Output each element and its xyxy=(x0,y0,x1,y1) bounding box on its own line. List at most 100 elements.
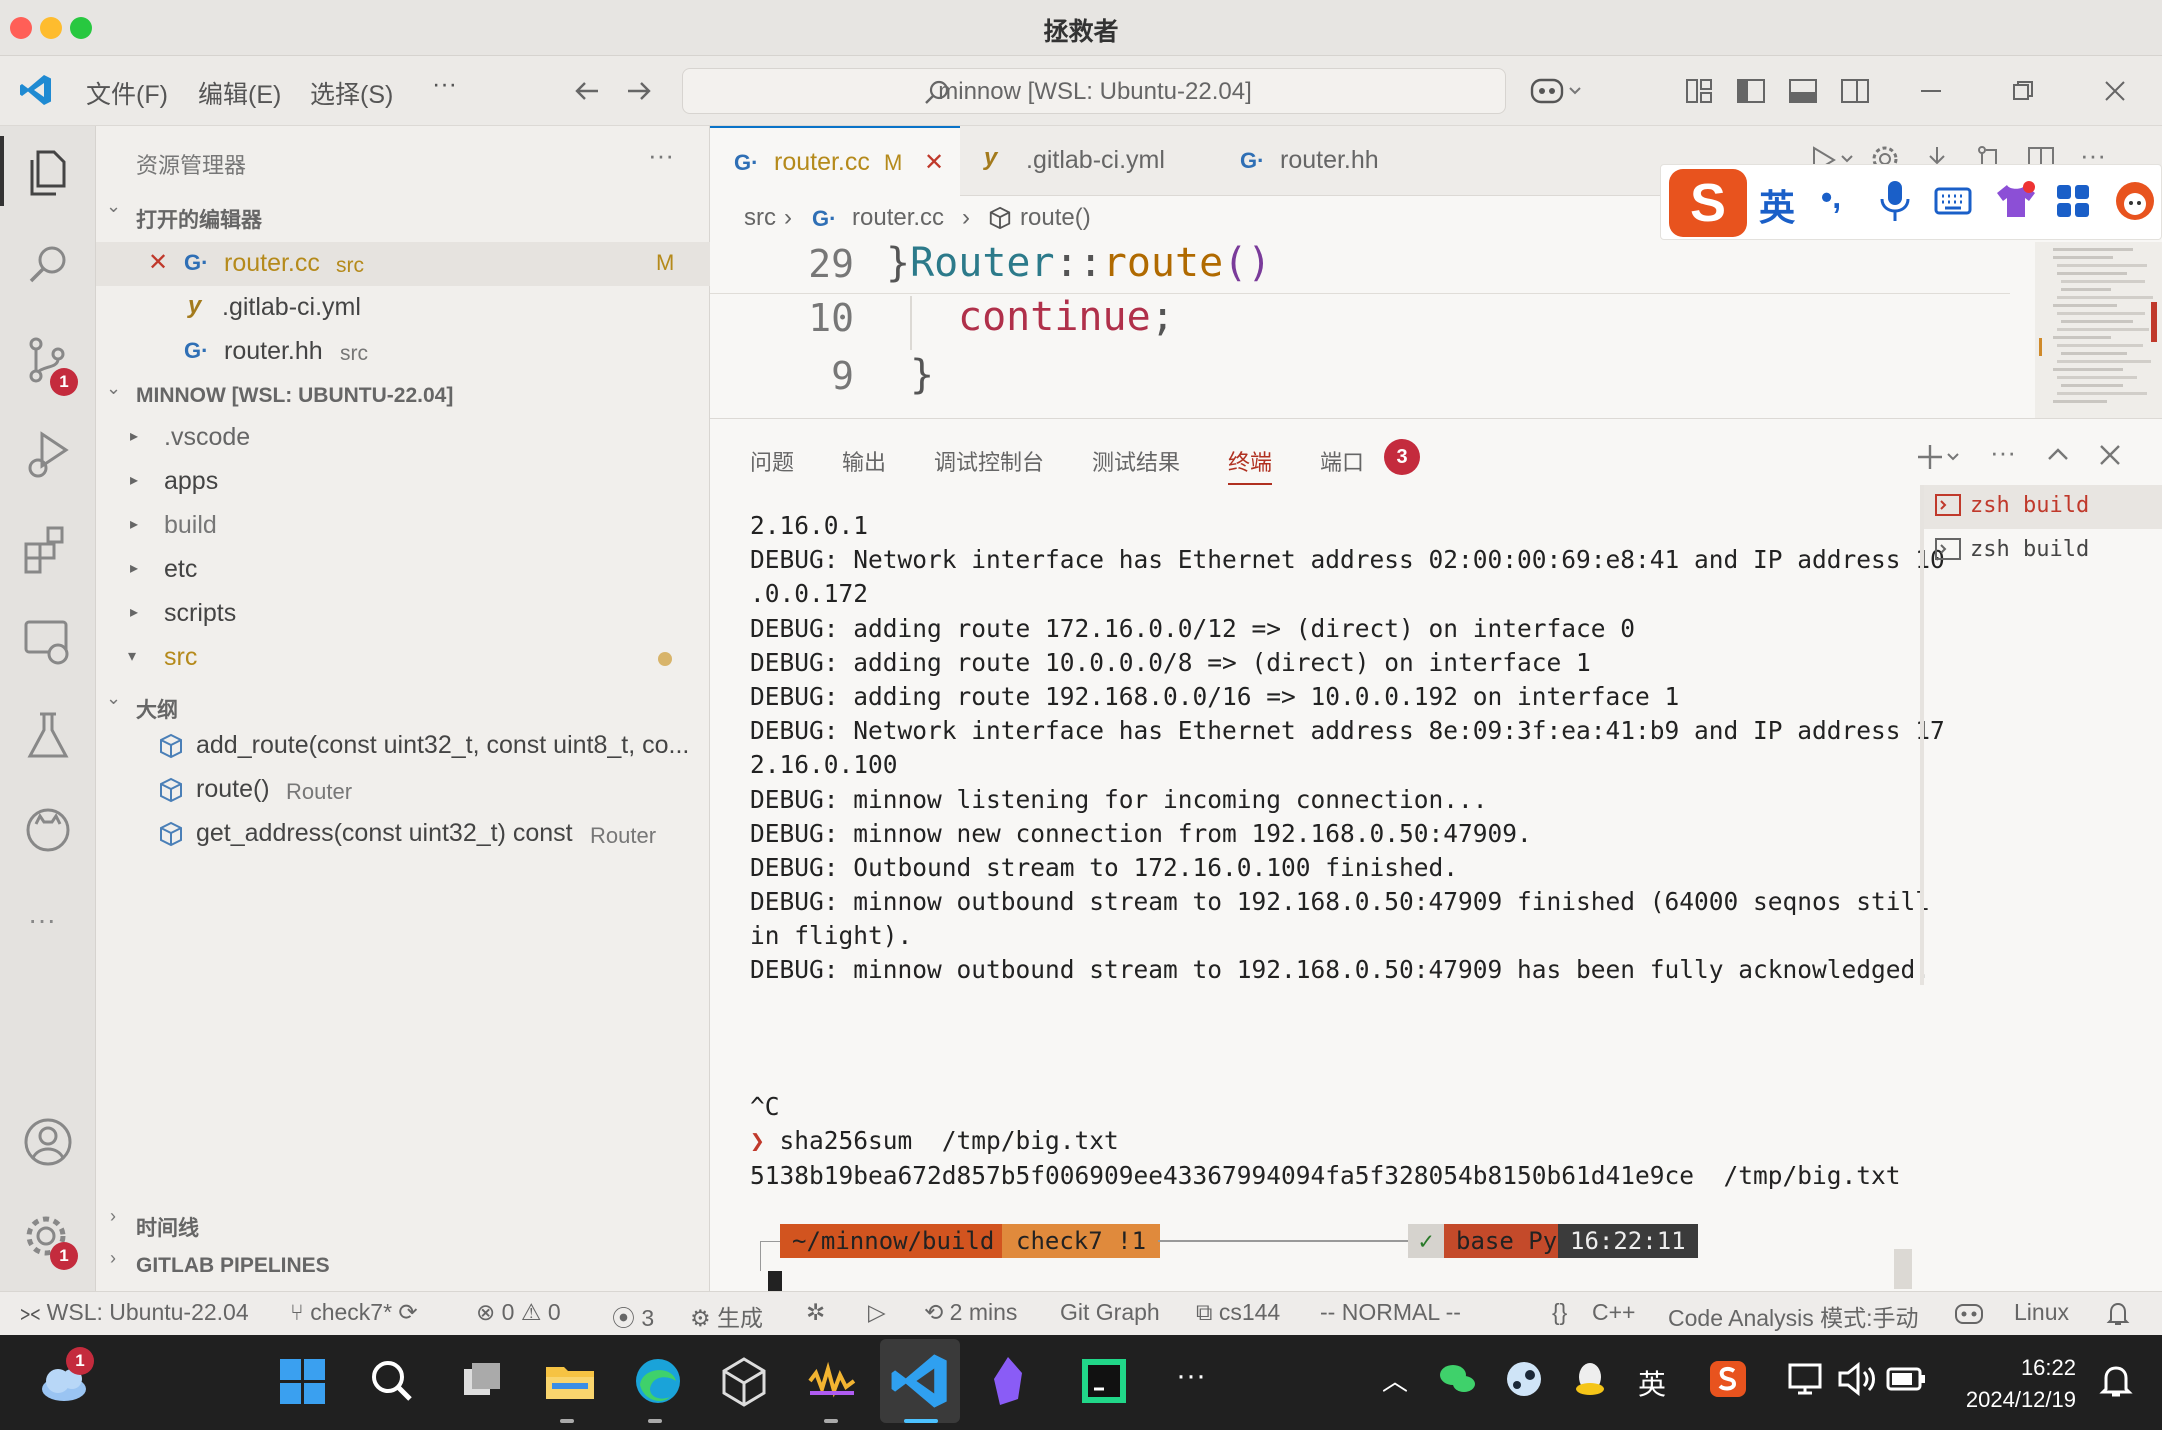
clock-date[interactable]: 2024/12/19 xyxy=(1946,1387,2076,1413)
command-center-search[interactable]: minnow [WSL: Ubuntu-22.04] xyxy=(682,68,1506,114)
vscode-taskbar-icon[interactable] xyxy=(888,1349,952,1413)
git-graph-button[interactable]: Git Graph xyxy=(1060,1299,1160,1326)
tab-output[interactable]: 输出 xyxy=(842,445,886,477)
customize-layout-icon[interactable] xyxy=(1684,76,1714,106)
minimize-icon[interactable] xyxy=(1918,78,1944,104)
tab-test-results[interactable]: 测试结果 xyxy=(1092,445,1180,477)
folder-item[interactable]: ▸ build xyxy=(96,504,710,548)
folder-item[interactable]: ▸ apps xyxy=(96,460,710,504)
ime-punctuation-toggle[interactable]: •, xyxy=(1821,179,1841,216)
close-panel-icon[interactable] xyxy=(2096,441,2124,469)
chevron-right-icon[interactable]: › xyxy=(110,1248,116,1269)
microphone-icon[interactable] xyxy=(1877,179,1913,223)
more-views-icon[interactable]: ··· xyxy=(28,904,56,936)
tab-ports[interactable]: 端口 xyxy=(1320,445,1364,477)
terminal-list-item[interactable]: zsh build xyxy=(1924,529,2162,573)
extensions-icon[interactable] xyxy=(20,520,76,576)
toggle-primary-sidebar-icon[interactable] xyxy=(1736,76,1766,106)
github-icon[interactable] xyxy=(20,802,76,858)
terminal-list-item-active[interactable]: zsh build xyxy=(1924,485,2162,529)
menu-selection[interactable]: 选择(S) xyxy=(310,75,393,111)
chevron-down-icon[interactable]: ⌄ xyxy=(106,196,121,217)
open-editor-item-router-cc[interactable]: ✕ G· router.cc src M xyxy=(96,242,710,286)
taskbar-search-icon[interactable] xyxy=(360,1349,424,1413)
volume-icon[interactable] xyxy=(1834,1357,1878,1401)
tab-terminal[interactable]: 终端 xyxy=(1228,445,1273,485)
back-arrow-icon[interactable] xyxy=(572,76,602,106)
tab-problems[interactable]: 问题 xyxy=(750,445,794,477)
obsidian-icon[interactable] xyxy=(976,1349,1040,1413)
menu-more-button[interactable]: ··· xyxy=(432,70,457,99)
explorer-icon[interactable] xyxy=(20,144,76,200)
run-debug-icon[interactable] xyxy=(20,426,76,482)
clion-icon[interactable] xyxy=(1072,1349,1136,1413)
close-editor-icon[interactable]: ✕ xyxy=(148,248,168,277)
new-terminal-icon[interactable] xyxy=(1918,441,1962,473)
search-icon[interactable] xyxy=(20,238,76,294)
chevron-right-icon[interactable]: › xyxy=(110,1206,116,1227)
chevron-down-icon[interactable]: ⌄ xyxy=(106,378,121,399)
close-icon[interactable] xyxy=(2102,78,2128,104)
debug-bug-icon[interactable]: ✲ xyxy=(806,1299,825,1326)
steam-tray-icon[interactable] xyxy=(1502,1357,1546,1401)
open-editor-item-router-hh[interactable]: G· router.hh src xyxy=(96,330,710,374)
outline-item[interactable]: route() Router xyxy=(96,768,710,812)
toggle-secondary-sidebar-icon[interactable] xyxy=(1840,76,1870,106)
menu-file[interactable]: 文件(F) xyxy=(86,75,168,111)
audio-wave-app-icon[interactable] xyxy=(800,1349,864,1413)
language-mode-button[interactable]: C++ xyxy=(1592,1299,1635,1326)
toolbox-grid-icon[interactable] xyxy=(2053,181,2093,221)
tab-debug-console[interactable]: 调试控制台 xyxy=(934,445,1044,477)
notifications-bell-icon[interactable] xyxy=(2104,1300,2132,1328)
accounts-icon[interactable] xyxy=(20,1114,76,1170)
skin-shirt-icon[interactable] xyxy=(1993,179,2037,223)
outline-header[interactable]: 大纲 xyxy=(136,694,178,724)
sogou-logo-icon[interactable]: S xyxy=(1669,169,1747,237)
task-view-icon[interactable] xyxy=(450,1349,514,1413)
network-monitor-icon[interactable] xyxy=(1784,1357,1828,1401)
folder-item[interactable]: ▸ .vscode xyxy=(96,416,710,460)
qq-tray-icon[interactable] xyxy=(1568,1357,1612,1401)
terminal-output[interactable]: 2.16.0.1 DEBUG: Network interface has Et… xyxy=(750,509,2080,1193)
os-status[interactable]: Linux xyxy=(2014,1299,2069,1326)
run-play-icon[interactable]: ▷ xyxy=(868,1299,886,1326)
close-tab-icon[interactable]: ✕ xyxy=(924,148,944,177)
copilot-icon[interactable] xyxy=(1530,74,1584,108)
open-editors-header[interactable]: 打开的编辑器 xyxy=(136,204,262,234)
folder-item[interactable]: ▸ etc xyxy=(96,548,710,592)
info-status[interactable]: ⦿ 3 xyxy=(612,1299,654,1333)
sidebar-more-button[interactable]: ··· xyxy=(648,140,674,171)
menu-edit[interactable]: 编辑(E) xyxy=(198,75,281,111)
code-area[interactable]: 29 }Router::route() 10 continue; 9 } xyxy=(710,240,2090,418)
breadcrumb-item[interactable]: src xyxy=(744,204,776,232)
copilot-status-icon[interactable] xyxy=(1954,1300,1984,1328)
restore-icon[interactable] xyxy=(2010,78,2036,104)
battery-icon[interactable] xyxy=(1884,1357,1928,1401)
minimap[interactable] xyxy=(2035,242,2162,418)
file-explorer-icon[interactable] xyxy=(538,1349,602,1413)
problems-status[interactable]: ⊗ 0 ⚠ 0 xyxy=(476,1299,561,1326)
chevron-down-icon[interactable]: ⌄ xyxy=(106,688,121,709)
folder-item[interactable]: ▸ scripts xyxy=(96,592,710,636)
ime-language-toggle[interactable]: 英 xyxy=(1759,179,1795,231)
notification-center-icon[interactable] xyxy=(2096,1361,2136,1401)
windows-start-icon[interactable] xyxy=(270,1349,334,1413)
remote-explorer-icon[interactable] xyxy=(20,614,76,670)
panel-more-icon[interactable]: ··· xyxy=(1990,437,2016,468)
taskbar-more-icon[interactable]: ··· xyxy=(1176,1359,1206,1393)
history-status[interactable]: ⟲ 2 mins xyxy=(924,1299,1017,1326)
braces-icon[interactable]: {} xyxy=(1552,1299,1567,1326)
build-button[interactable]: ⚙ 生成 xyxy=(690,1299,763,1333)
workspace-header[interactable]: MINNOW [WSL: UBUNTU-22.04] xyxy=(136,384,453,408)
git-branch-status[interactable]: ⑂ check7* ⟳ xyxy=(290,1299,418,1326)
maximize-panel-icon[interactable] xyxy=(2044,441,2072,469)
ime-avatar-icon[interactable] xyxy=(2113,179,2157,223)
gitlab-pipelines-header[interactable]: GITLAB PIPELINES xyxy=(136,1254,330,1278)
tab-router-hh[interactable]: G· router.hh xyxy=(1210,126,1410,196)
forward-arrow-icon[interactable] xyxy=(624,76,654,106)
clock-time[interactable]: 16:22 xyxy=(1946,1355,2076,1381)
remote-indicator[interactable]: ⪥ WSL: Ubuntu-22.04 xyxy=(20,1299,249,1326)
outline-item[interactable]: get_address(const uint32_t) const Router xyxy=(96,812,710,856)
breadcrumb-item[interactable]: router.cc xyxy=(852,204,944,232)
breadcrumb-item[interactable]: route() xyxy=(1020,204,1091,232)
